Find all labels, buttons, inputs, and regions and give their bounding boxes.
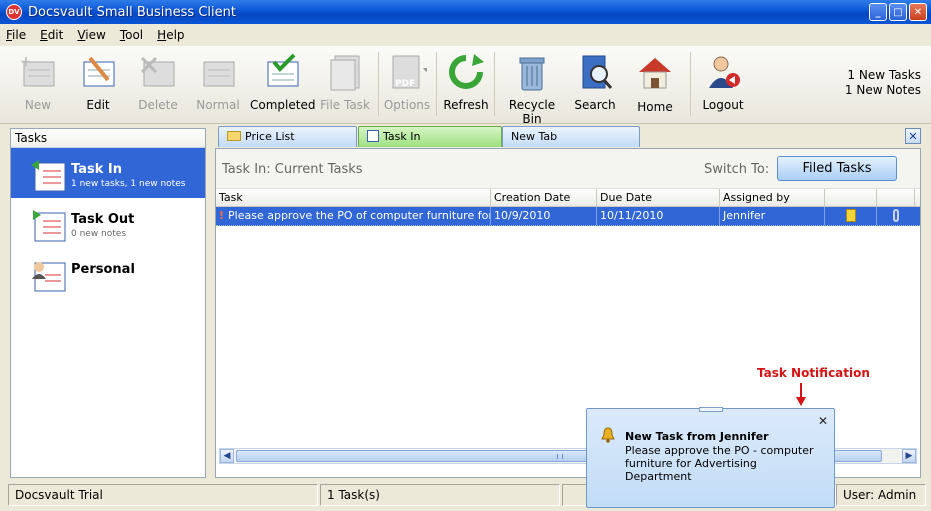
scroll-right-arrow-icon[interactable]: ▶ <box>902 449 916 463</box>
column-header-task[interactable]: Task <box>216 189 491 206</box>
toolbar-separator <box>378 52 379 116</box>
creation-date-cell: 10/9/2010 <box>491 207 597 225</box>
pdf-options-icon: PDF <box>387 52 429 92</box>
app-logo-icon: DV <box>6 4 22 20</box>
refresh-button[interactable]: Refresh <box>443 52 489 112</box>
close-notification-button[interactable]: ✕ <box>818 414 828 428</box>
search-button[interactable]: Search <box>572 52 618 112</box>
column-header-assigned-by[interactable]: Assigned by <box>720 189 825 206</box>
attachment-cell <box>877 207 915 225</box>
home-icon <box>635 52 675 92</box>
toolbar: + New Edit Delete Normal Completed File … <box>0 46 931 126</box>
svg-text:+: + <box>20 54 32 70</box>
notification-body: Please approve the PO - computer furnitu… <box>625 444 814 483</box>
close-tab-button[interactable]: ✕ <box>905 128 921 144</box>
folder-task-out[interactable]: Task Out 0 new notes <box>11 198 205 248</box>
priority-icon: ! <box>219 209 225 222</box>
folder-personal[interactable]: Personal <box>11 248 205 298</box>
notification-title: New Task from Jennifer <box>625 430 769 443</box>
due-date-cell: 10/11/2010 <box>597 207 720 225</box>
pane-header: Task In: Current Tasks Switch To: Filed … <box>216 149 920 189</box>
normal-button[interactable]: Normal <box>194 52 242 112</box>
notification-callout-label: Task Notification <box>757 366 870 380</box>
paperclip-icon[interactable] <box>893 209 899 222</box>
new-items-status: 1 New Tasks 1 New Notes <box>844 68 921 97</box>
personal-user-icon <box>31 257 67 293</box>
note-cell <box>825 207 877 225</box>
task-in-icon <box>31 157 67 193</box>
normal-status-icon <box>198 52 238 92</box>
window-title: Docsvault Small Business Client <box>28 4 236 20</box>
close-window-button[interactable]: ✕ <box>909 3 927 21</box>
popup-grip <box>699 407 723 412</box>
menu-view[interactable]: View <box>77 28 105 42</box>
tab-strip: Price List Task In New Tab ✕ <box>218 126 923 148</box>
status-task-count: 1 Task(s) <box>320 484 560 506</box>
completed-check-icon <box>262 52 302 92</box>
delete-button[interactable]: Delete <box>136 52 180 112</box>
switch-to-label: Switch To: <box>704 162 770 177</box>
refresh-icon <box>446 52 486 92</box>
scrollbar-grip <box>557 454 563 459</box>
note-icon[interactable] <box>845 209 856 222</box>
maximize-button[interactable]: □ <box>889 3 907 21</box>
tab-price-list[interactable]: Price List <box>218 126 357 147</box>
task-folders-panel: Tasks Task In 1 new tasks, 1 new notes T… <box>10 128 206 478</box>
assigned-by-cell: Jennifer <box>720 207 825 225</box>
menu-tool[interactable]: Tool <box>120 28 143 42</box>
column-header-notes[interactable] <box>825 189 877 206</box>
status-product: Docsvault Trial <box>8 484 318 506</box>
column-header-creation-date[interactable]: Creation Date <box>491 189 597 206</box>
file-task-button[interactable]: File Task <box>320 52 370 112</box>
menu-bar: File Edit View Tool Help <box>0 24 931 46</box>
table-row[interactable]: ! Please approve the PO of computer furni… <box>216 207 920 226</box>
new-task-icon: + <box>18 52 58 92</box>
column-header-attachment[interactable] <box>877 189 915 206</box>
options-button[interactable]: PDF Options <box>382 52 432 112</box>
toolbar-separator <box>494 52 495 116</box>
toolbar-separator <box>690 52 691 116</box>
task-out-icon <box>31 207 67 243</box>
delete-task-icon <box>138 52 178 92</box>
edit-button[interactable]: Edit <box>76 52 120 112</box>
completed-button[interactable]: Completed <box>250 52 315 112</box>
tab-new-tab[interactable]: New Tab <box>502 126 640 147</box>
task-tab-icon <box>367 130 379 142</box>
menu-edit[interactable]: Edit <box>40 28 63 42</box>
grid-header: Task Creation Date Due Date Assigned by <box>216 189 920 207</box>
file-task-icon <box>325 52 365 92</box>
search-icon <box>575 52 615 92</box>
svg-text:PDF: PDF <box>395 79 415 89</box>
bell-icon <box>601 427 615 443</box>
new-button[interactable]: + New <box>16 52 60 112</box>
status-user: User: Admin <box>836 484 926 506</box>
panel-header: Tasks <box>11 129 205 148</box>
notification-popup[interactable]: ✕ New Task from Jennifer Please approve … <box>586 407 835 508</box>
callout-arrow-icon <box>796 397 806 406</box>
task-cell: ! Please approve the PO of computer furni… <box>216 207 491 225</box>
folder-icon <box>227 131 241 141</box>
home-button[interactable]: Home <box>632 52 678 114</box>
column-header-due-date[interactable]: Due Date <box>597 189 720 206</box>
edit-task-icon <box>78 52 118 92</box>
pane-title: Task In: Current Tasks <box>222 162 363 177</box>
menu-file[interactable]: File <box>6 28 26 42</box>
recycle-bin-button[interactable]: Recycle Bin <box>499 52 565 126</box>
logout-button[interactable]: Logout <box>700 52 746 112</box>
toolbar-separator <box>436 52 437 116</box>
minimize-button[interactable]: _ <box>869 3 887 21</box>
scroll-left-arrow-icon[interactable]: ◀ <box>220 449 234 463</box>
recycle-bin-icon <box>512 52 552 92</box>
filed-tasks-button[interactable]: Filed Tasks <box>777 156 897 181</box>
logout-user-icon <box>703 52 743 92</box>
folder-task-in[interactable]: Task In 1 new tasks, 1 new notes <box>11 148 205 198</box>
menu-help[interactable]: Help <box>157 28 184 42</box>
title-bar: DV Docsvault Small Business Client _ □ ✕ <box>0 0 931 24</box>
tab-task-in[interactable]: Task In <box>358 126 502 147</box>
